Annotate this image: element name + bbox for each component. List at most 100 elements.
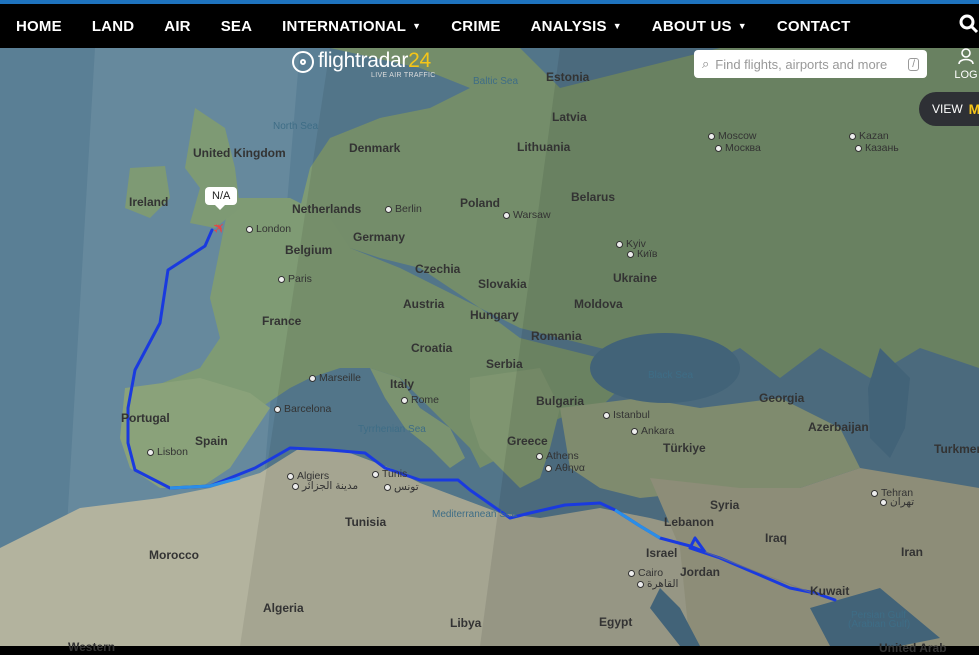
map-country-label: Germany — [353, 230, 406, 244]
map-city-label: Paris — [278, 273, 312, 285]
map-city-label: Київ — [627, 248, 657, 260]
view-mode-button[interactable]: VIEW M — [919, 92, 979, 126]
map-sea-label: Baltic Sea — [473, 76, 519, 87]
map-city-label: Казань — [855, 142, 899, 154]
map-country-label: Belgium — [285, 243, 333, 257]
map-country-label: Israel — [646, 546, 678, 560]
map-city-label: Kazan — [849, 130, 889, 142]
map-city-label: القاهرة — [637, 578, 678, 590]
map-country-label: Bulgaria — [536, 394, 585, 408]
map-city-label: Istanbul — [603, 409, 650, 421]
map-city-label: Berlin — [385, 203, 422, 215]
map-city-label: Barcelona — [274, 403, 331, 415]
map-country-label: Netherlands — [292, 202, 362, 216]
map-country-label: United Arab — [879, 641, 947, 655]
map-country-label: Croatia — [411, 341, 453, 355]
map-country-label: Denmark — [349, 141, 401, 155]
map-city-label: Marseille — [309, 372, 361, 384]
nav-air-label: AIR — [164, 17, 191, 35]
map-country-label: Lithuania — [517, 140, 571, 154]
map-city-label: Lisbon — [147, 446, 188, 458]
map-canvas — [0, 48, 979, 646]
map-country-label: Moldova — [574, 297, 623, 311]
map-sea-label: North Sea — [273, 121, 319, 132]
flightradar-logo[interactable]: flightradar24 LIVE AIR TRAFFIC — [292, 49, 435, 79]
nav-crime-label: CRIME — [451, 17, 501, 35]
map-country-label: Iraq — [765, 531, 788, 545]
nav-international[interactable]: INTERNATIONAL ▼ — [267, 18, 436, 35]
site-navbar: HOME LAND AIR SEA INTERNATIONAL ▼ CRIME A… — [0, 0, 979, 48]
map-sea-label: (Arabian Gulf) — [848, 619, 911, 630]
login-label: LOG — [954, 69, 978, 81]
map-country-label: Italy — [390, 377, 415, 391]
map-city-label: Rome — [401, 394, 439, 406]
login-button[interactable]: LOG — [953, 48, 979, 81]
map-country-label: Libya — [450, 616, 482, 630]
map-country-label: Morocco — [149, 548, 200, 562]
map-search-input[interactable]: ⌕ Find flights, airports and more / — [694, 50, 927, 78]
map-city-label: مدينة الجزائر — [292, 480, 358, 492]
map-city-label: Αθηνα — [545, 462, 585, 474]
map-sea-label: Mediterranean Sea — [432, 509, 518, 520]
map-country-label: Ireland — [129, 195, 169, 209]
logo-tagline: LIVE AIR TRAFFIC — [371, 72, 436, 79]
nav-home-label: HOME — [16, 17, 62, 35]
map-country-label: Western — [68, 640, 116, 654]
map-country-label: Spain — [195, 434, 228, 448]
map-country-label: Kuwait — [810, 584, 850, 598]
nav-contact-label: CONTACT — [776, 17, 851, 35]
logo-text: flightradar24 — [318, 49, 431, 72]
map-country-label: Czechia — [415, 262, 461, 276]
nav-international-label: INTERNATIONAL — [282, 17, 407, 35]
radar-icon — [292, 51, 314, 73]
map-country-label: Estonia — [546, 70, 590, 84]
map-country-label: Greece — [507, 434, 548, 448]
nav-air[interactable]: AIR — [149, 18, 205, 35]
nav-sea-label: SEA — [220, 17, 253, 35]
map-city-label: Moscow — [708, 130, 757, 142]
map-country-label: Türkiye — [663, 441, 706, 455]
nav-land-label: LAND — [91, 17, 135, 35]
map-country-label: Portugal — [121, 411, 170, 425]
map-country-label: Azerbaijan — [808, 420, 869, 434]
nav-analysis-label: ANALYSIS — [530, 17, 607, 35]
search-icon: ⌕ — [702, 56, 710, 71]
map-country-label: Lebanon — [664, 515, 714, 529]
map-city-label: Athens — [536, 450, 579, 462]
chevron-down-icon: ▼ — [612, 21, 622, 31]
map-country-label: Slovakia — [478, 277, 527, 291]
view-suffix: M — [968, 101, 979, 117]
map-country-label: Poland — [460, 196, 501, 210]
search-placeholder: Find flights, airports and more — [715, 56, 888, 72]
map-country-label: Turkmen — [934, 442, 979, 456]
nav-analysis[interactable]: ANALYSIS ▼ — [516, 18, 637, 35]
map-country-label: Latvia — [552, 110, 587, 124]
map-country-label: Iran — [901, 545, 924, 559]
nav-contact[interactable]: CONTACT — [762, 18, 866, 35]
map-country-label: Syria — [710, 498, 740, 512]
map-country-label: Hungary — [470, 308, 519, 322]
map-city-label: تونس — [384, 481, 419, 493]
map-country-label: Ukraine — [613, 271, 658, 285]
view-label: VIEW — [932, 102, 963, 116]
map-sea-label: Black Sea — [648, 370, 694, 381]
nav-land[interactable]: LAND — [77, 18, 149, 35]
search-shortcut-key: / — [908, 57, 919, 71]
map-country-label: Egypt — [599, 615, 633, 629]
map-city-label: Tunis — [372, 468, 407, 480]
chevron-down-icon: ▼ — [737, 21, 747, 31]
map-city-label: London — [246, 223, 291, 235]
map-country-label: Georgia — [759, 391, 805, 405]
map-city-label: Warsaw — [503, 209, 551, 221]
nav-crime[interactable]: CRIME — [436, 18, 515, 35]
nav-home[interactable]: HOME — [0, 18, 77, 35]
nav-about-us[interactable]: ABOUT US ▼ — [637, 18, 762, 35]
nav-sea[interactable]: SEA — [206, 18, 267, 35]
flight-map[interactable]: N/A ✈ — [0, 48, 979, 646]
search-icon[interactable] — [959, 14, 979, 39]
map-sea-label: Tyrrhenian Sea — [358, 424, 426, 435]
map-city-label: Ankara — [631, 425, 674, 437]
map-country-label: Tunisia — [345, 515, 387, 529]
map-country-label: Algeria — [263, 601, 304, 615]
map-country-label: Austria — [403, 297, 445, 311]
